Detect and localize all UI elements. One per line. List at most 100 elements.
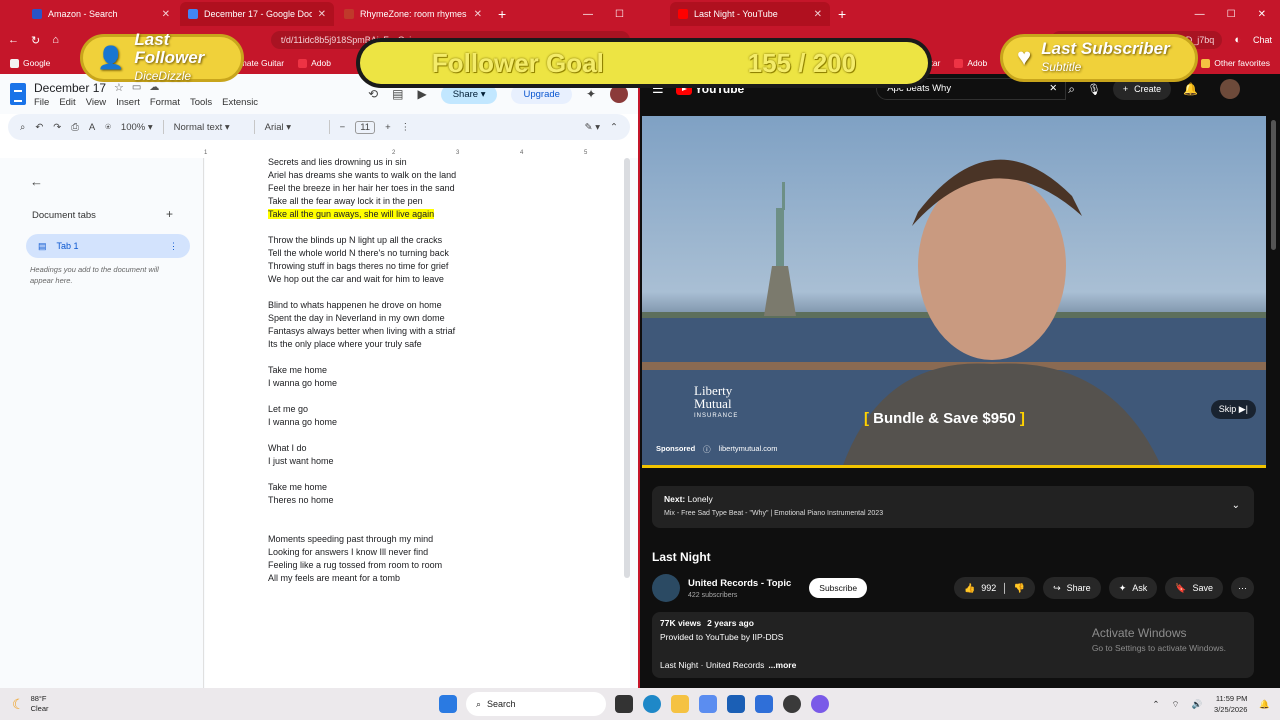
undo-icon[interactable]: ↶ — [35, 122, 43, 133]
weather-widget[interactable]: ☾ 88°F Clear — [0, 694, 200, 714]
wifi-icon[interactable]: ⌔ — [1171, 699, 1179, 710]
reload-icon[interactable]: ↻ — [31, 34, 40, 47]
comments-icon[interactable]: ▤ — [392, 87, 403, 101]
document-line[interactable] — [268, 286, 456, 299]
outlook-icon[interactable] — [755, 695, 773, 713]
spellcheck-icon[interactable]: A — [89, 122, 95, 133]
save-button[interactable]: 🔖 Save — [1165, 577, 1223, 599]
zoom-select[interactable]: 100% ▾ — [121, 122, 153, 133]
tab-google-docs[interactable]: December 17 - Google Docs ✕ — [180, 2, 334, 26]
document-line[interactable]: Fantasys always better when living with … — [268, 325, 456, 338]
document-line[interactable]: Looking for answers I know Ill never fin… — [268, 546, 456, 559]
notification-bell-icon[interactable]: 🔔 — [1259, 699, 1270, 710]
start-icon[interactable] — [439, 695, 457, 713]
style-select[interactable]: Normal text ▾ — [174, 122, 244, 133]
bookmark-google[interactable]: Google — [10, 58, 50, 68]
document-text[interactable]: Secrets and lies drowning us in sin Ariel… — [268, 156, 456, 585]
menu-view[interactable]: View — [86, 97, 106, 108]
editing-mode-icon[interactable]: ✎ ▾ — [585, 122, 600, 133]
video-player[interactable]: Liberty Mutual INSURANCE [ Bundle & Save… — [642, 116, 1266, 468]
new-tab-button[interactable]: + — [832, 6, 852, 22]
redo-icon[interactable]: ↷ — [53, 122, 61, 133]
document-line[interactable]: Take all the fear away lock it in the pe… — [268, 195, 456, 208]
docs-logo-icon[interactable] — [10, 83, 26, 105]
tab-options-icon[interactable]: ⋮ — [169, 241, 178, 252]
maximize-icon[interactable]: ☐ — [615, 9, 624, 20]
document-line[interactable] — [268, 351, 456, 364]
history-icon[interactable]: ⟲ — [368, 87, 378, 101]
more-link[interactable]: ...more — [768, 660, 796, 670]
document-line[interactable]: What I do — [268, 442, 456, 455]
obs-icon[interactable] — [783, 695, 801, 713]
tab-youtube[interactable]: Last Night - YouTube ✕ — [670, 2, 830, 26]
scrollbar[interactable] — [1271, 120, 1276, 250]
document-line[interactable]: I wanna go home — [268, 377, 456, 390]
document-line[interactable]: I wanna go home — [268, 416, 456, 429]
tray-chevron-icon[interactable]: ⌃ — [1152, 699, 1159, 710]
store-icon[interactable] — [727, 695, 745, 713]
document-line[interactable]: Take me home — [268, 364, 456, 377]
document-title[interactable]: December 17 — [34, 81, 106, 95]
font-size-decrease-icon[interactable]: − — [340, 122, 346, 133]
document-line[interactable]: Feeling like a rug tossed from room to r… — [268, 559, 456, 572]
share-button[interactable]: ↪ Share — [1043, 577, 1101, 599]
task-view-icon[interactable] — [615, 695, 633, 713]
document-line[interactable] — [268, 429, 456, 442]
print-icon[interactable]: ⎙ — [71, 122, 79, 133]
document-line[interactable]: Take all the gun aways, she will live ag… — [268, 208, 456, 221]
document-line[interactable]: Feel the breeze in her hair her toes in … — [268, 182, 456, 195]
collapse-toolbar-icon[interactable]: ⌃ — [610, 122, 618, 133]
meet-icon[interactable]: ▶ — [417, 87, 426, 101]
document-page[interactable]: Secrets and lies drowning us in sin Ariel… — [205, 156, 630, 688]
clock[interactable]: 11:59 PM 3/25/2026 — [1214, 693, 1247, 715]
back-arrow-icon[interactable]: ← — [30, 174, 43, 189]
close-window-icon[interactable]: ✕ — [1258, 9, 1266, 20]
search-icon[interactable]: ⌕ — [1068, 82, 1075, 97]
new-tab-button[interactable]: + — [492, 6, 512, 22]
chevron-down-icon[interactable]: ⌄ — [1232, 500, 1240, 511]
other-favorites[interactable]: Other favorites — [1201, 58, 1270, 68]
menu-extensions[interactable]: Extensic — [222, 97, 258, 108]
info-icon[interactable]: ⓘ — [703, 444, 711, 455]
document-line[interactable]: Let me go — [268, 403, 456, 416]
tab-rhymezone[interactable]: RhymeZone: room rhymes ✕ — [336, 2, 490, 26]
document-line[interactable] — [268, 507, 456, 520]
menu-format[interactable]: Format — [150, 97, 180, 108]
document-line[interactable]: Ariel has dreams she wants to walk on th… — [268, 169, 456, 182]
document-line[interactable]: Throwing stuff in bags theres no time fo… — [268, 260, 456, 273]
notifications-icon[interactable]: 🔔 — [1183, 82, 1198, 96]
document-line[interactable]: Its the only place where your truly safe — [268, 338, 456, 351]
subscribe-button[interactable]: Subscribe — [809, 578, 868, 598]
close-tab-icon[interactable]: ✕ — [474, 9, 482, 20]
file-explorer-icon[interactable] — [671, 695, 689, 713]
document-line[interactable] — [268, 520, 456, 533]
thumbs-down-icon[interactable]: 👎 — [1014, 583, 1025, 594]
ask-button[interactable]: ✦ Ask — [1108, 577, 1158, 599]
add-tab-icon[interactable]: + — [166, 207, 173, 221]
document-line[interactable]: Throw the blinds up N light up all the c… — [268, 234, 456, 247]
font-select[interactable]: Arial ▾ — [265, 122, 319, 133]
more-actions-icon[interactable]: ⋯ — [1231, 577, 1254, 599]
discord-icon[interactable] — [811, 695, 829, 713]
document-line[interactable]: Tell the whole world N there's no turnin… — [268, 247, 456, 260]
document-tab-item[interactable]: ▤ Tab 1 ⋮ — [26, 234, 190, 258]
minimize-icon[interactable]: — — [583, 9, 593, 20]
more-options-icon[interactable]: ⋮ — [401, 122, 411, 133]
bookmark-adobe[interactable]: Adob — [954, 58, 987, 68]
document-line[interactable]: Blind to whats happenen he drove on home — [268, 299, 456, 312]
back-icon[interactable]: ← — [8, 34, 19, 46]
channel-name[interactable]: United Records - Topic — [688, 578, 791, 589]
volume-icon[interactable]: 🔊 — [1191, 699, 1202, 710]
taskbar-search[interactable]: ⌕ Search — [466, 692, 606, 716]
document-line[interactable]: Secrets and lies drowning us in sin — [268, 156, 456, 169]
minimize-icon[interactable]: — — [1195, 9, 1205, 20]
ad-progress-bar[interactable] — [642, 465, 1266, 468]
like-button[interactable]: 👍 992 │ 👎 — [954, 577, 1036, 599]
copilot-icon[interactable] — [699, 695, 717, 713]
document-line[interactable] — [268, 390, 456, 403]
scrollbar[interactable] — [624, 158, 630, 578]
tab-amazon[interactable]: Amazon - Search ✕ — [24, 2, 178, 26]
home-icon[interactable]: ⌂ — [52, 34, 59, 46]
star-icon[interactable]: ☆ — [114, 81, 124, 94]
font-size-increase-icon[interactable]: + — [385, 122, 391, 133]
